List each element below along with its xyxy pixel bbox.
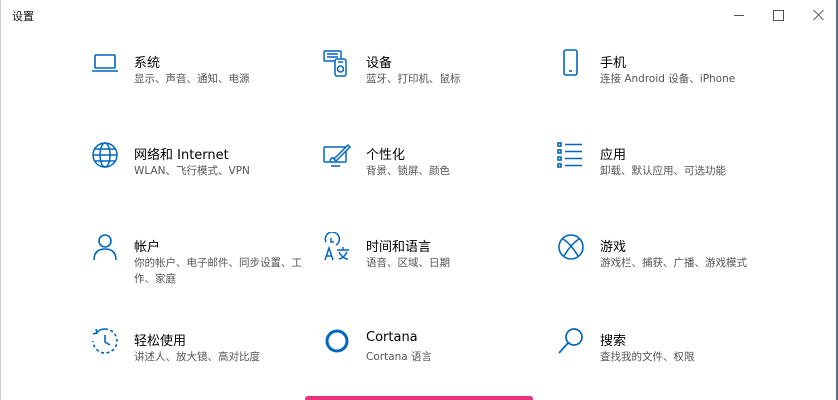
tile-personalization[interactable]: 个性化 背景、锁屏、颜色 <box>322 140 542 200</box>
tile-description: 游戏栏、捕获、广播、游戏模式 <box>600 257 747 269</box>
person-icon <box>90 232 120 262</box>
tile-ease-of-access[interactable]: 轻松使用 讲述人、放大镜、高对比度 <box>90 326 310 386</box>
tile-accounts[interactable]: 帐户 你的帐户、电子邮件、同步设置、工作、家庭 <box>90 232 310 292</box>
tile-title: 网络和 Internet <box>134 148 229 163</box>
tile-description: 蓝牙、打印机、鼠标 <box>366 73 461 85</box>
tile-description: WLAN、飞行模式、VPN <box>134 165 250 177</box>
tile-description: 背景、锁屏、颜色 <box>366 165 450 177</box>
globe-icon <box>90 140 120 170</box>
tile-description: 显示、声音、通知、电源 <box>134 73 250 85</box>
title-bar[interactable]: 设置 <box>0 0 836 30</box>
tile-apps[interactable]: 应用 卸载、默认应用、可选功能 <box>556 140 776 200</box>
tile-title: 搜索 <box>600 334 627 349</box>
partial-next-row-indicator <box>305 396 533 400</box>
tile-title: 时间和语言 <box>366 240 432 255</box>
personalization-icon <box>322 140 352 170</box>
scrollbar[interactable] <box>830 30 836 400</box>
tile-title: 系统 <box>134 56 161 71</box>
tile-description: 查找我的文件、权限 <box>600 351 695 363</box>
window-border-left <box>0 0 1 400</box>
tile-title: 手机 <box>600 56 627 71</box>
tile-title: 应用 <box>600 148 627 163</box>
xbox-icon <box>556 232 586 262</box>
tile-description: Cortana 语言 <box>366 351 433 363</box>
tile-search[interactable]: 搜索 查找我的文件、权限 <box>556 326 776 386</box>
tile-network[interactable]: 网络和 Internet WLAN、飞行模式、VPN <box>90 140 310 200</box>
tile-description: 你的帐户、电子邮件、同步设置、工作、家庭 <box>134 257 302 285</box>
devices-icon <box>322 48 352 78</box>
phone-icon <box>556 48 586 78</box>
tile-cortana[interactable]: Cortana Cortana 语言 <box>322 326 542 386</box>
settings-window: 设置 系统 显示、声音、通知、电源 设备 蓝牙、打印机、鼠标 手机 连接 And… <box>0 0 838 400</box>
close-icon <box>813 9 825 21</box>
tile-phone[interactable]: 手机 连接 Android 设备、iPhone <box>556 48 776 108</box>
minimize-icon <box>734 14 744 16</box>
tile-system[interactable]: 系统 显示、声音、通知、电源 <box>90 48 310 108</box>
tile-title: 游戏 <box>600 240 627 255</box>
search-icon <box>556 326 586 356</box>
tile-gaming[interactable]: 游戏 游戏栏、捕获、广播、游戏模式 <box>556 232 776 292</box>
tile-title: 个性化 <box>366 148 406 163</box>
window-title: 设置 <box>12 10 34 23</box>
ease-of-access-icon <box>90 326 120 356</box>
tile-description: 语音、区域、日期 <box>366 257 450 269</box>
maximize-icon <box>772 9 784 21</box>
time-language-icon <box>322 232 352 262</box>
maximize-button[interactable] <box>755 0 801 30</box>
tile-description: 卸载、默认应用、可选功能 <box>600 165 726 177</box>
tile-title: Cortana <box>366 330 418 345</box>
tile-devices[interactable]: 设备 蓝牙、打印机、鼠标 <box>322 48 542 108</box>
apps-list-icon <box>556 140 586 170</box>
tile-title: 设备 <box>366 56 393 71</box>
tile-title: 轻松使用 <box>134 334 187 349</box>
tile-description: 讲述人、放大镜、高对比度 <box>134 351 260 363</box>
tile-title: 帐户 <box>134 240 161 255</box>
laptop-icon <box>90 48 120 78</box>
close-button[interactable] <box>796 0 838 30</box>
cortana-icon <box>322 326 352 356</box>
tile-time-language[interactable]: 时间和语言 语音、区域、日期 <box>322 232 542 292</box>
tile-description: 连接 Android 设备、iPhone <box>600 73 736 85</box>
